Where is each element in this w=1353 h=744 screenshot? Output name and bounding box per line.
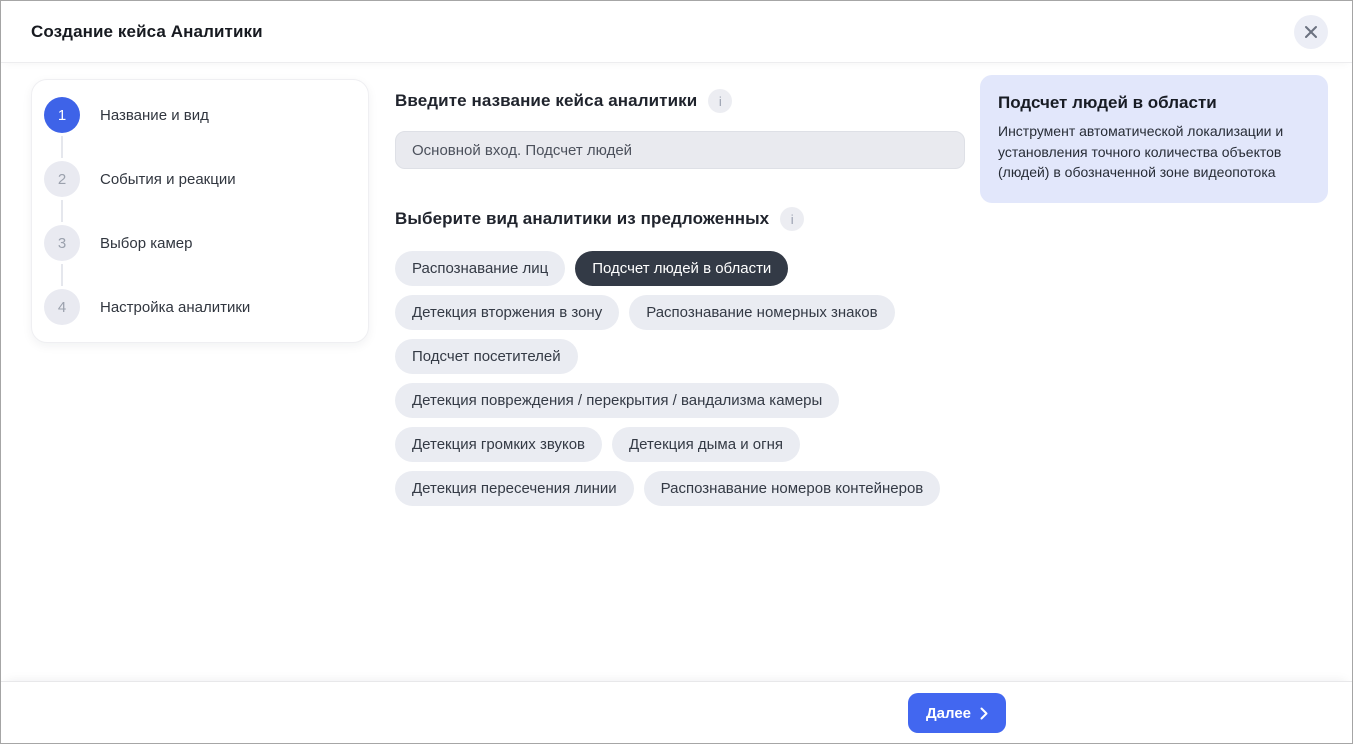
- stepper-step-1[interactable]: 1 Название и вид: [44, 97, 352, 133]
- info-panel-title: Подсчет людей в области: [998, 93, 1310, 113]
- analytics-type-chip[interactable]: Детекция пересечения линии: [395, 471, 634, 506]
- step-number-badge: 1: [44, 97, 80, 133]
- dialog-footer: Далее: [1, 681, 1352, 743]
- analytics-type-chip[interactable]: Подсчет посетителей: [395, 339, 578, 374]
- main-form: Введите название кейса аналитики i Выбер…: [395, 89, 965, 506]
- analytics-type-chip[interactable]: Детекция повреждения / перекрытия / ванд…: [395, 383, 839, 418]
- close-button[interactable]: [1294, 15, 1328, 49]
- step-number-badge: 2: [44, 161, 80, 197]
- analytics-type-chip[interactable]: Детекция дыма и огня: [612, 427, 800, 462]
- analytics-type-chip[interactable]: Детекция вторжения в зону: [395, 295, 619, 330]
- analytics-type-chips: Распознавание лиц Подсчет людей в области…: [395, 251, 965, 506]
- dialog-header: Создание кейса Аналитики: [1, 1, 1352, 63]
- dialog-title: Создание кейса Аналитики: [31, 22, 263, 42]
- close-icon: [1304, 25, 1318, 39]
- step-label: Настройка аналитики: [100, 299, 250, 316]
- step-label: Выбор камер: [100, 235, 192, 252]
- next-button-label: Далее: [926, 705, 971, 722]
- step-label: Название и вид: [100, 107, 209, 124]
- create-analytics-case-dialog: Создание кейса Аналитики 1 Название и вид…: [0, 0, 1353, 744]
- info-panel-description: Инструмент автоматической локализации и …: [998, 121, 1310, 183]
- stepper-step-2[interactable]: 2 События и реакции: [44, 161, 352, 197]
- case-name-input[interactable]: [395, 131, 965, 169]
- stepper-card: 1 Название и вид 2 События и реакции 3 Выбор …: [31, 79, 369, 343]
- next-button[interactable]: Далее: [908, 693, 1006, 733]
- type-info-icon[interactable]: i: [780, 207, 804, 231]
- stepper-steps: 1 Название и вид 2 События и реакции 3 Выбор …: [44, 97, 352, 325]
- name-info-icon[interactable]: i: [708, 89, 732, 113]
- stepper-step-3[interactable]: 3 Выбор камер: [44, 225, 352, 261]
- type-section-heading-row: Выберите вид аналитики из предложенных i: [395, 207, 965, 231]
- analytics-info-panel: Подсчет людей в области Инструмент автом…: [980, 75, 1328, 203]
- analytics-type-chip[interactable]: Распознавание лиц: [395, 251, 565, 286]
- name-section-heading: Введите название кейса аналитики: [395, 91, 697, 111]
- step-number-badge: 4: [44, 289, 80, 325]
- step-number-badge: 3: [44, 225, 80, 261]
- chevron-right-icon: [980, 707, 988, 720]
- type-section: Выберите вид аналитики из предложенных i…: [395, 207, 965, 506]
- type-section-heading: Выберите вид аналитики из предложенных: [395, 209, 769, 229]
- analytics-type-chip[interactable]: Распознавание номеров контейнеров: [644, 471, 941, 506]
- step-label: События и реакции: [100, 171, 236, 188]
- analytics-type-chip[interactable]: Подсчет людей в области: [575, 251, 788, 286]
- name-section-heading-row: Введите название кейса аналитики i: [395, 89, 965, 113]
- analytics-type-chip[interactable]: Детекция громких звуков: [395, 427, 602, 462]
- analytics-type-chip[interactable]: Распознавание номерных знаков: [629, 295, 894, 330]
- stepper-step-4[interactable]: 4 Настройка аналитики: [44, 289, 352, 325]
